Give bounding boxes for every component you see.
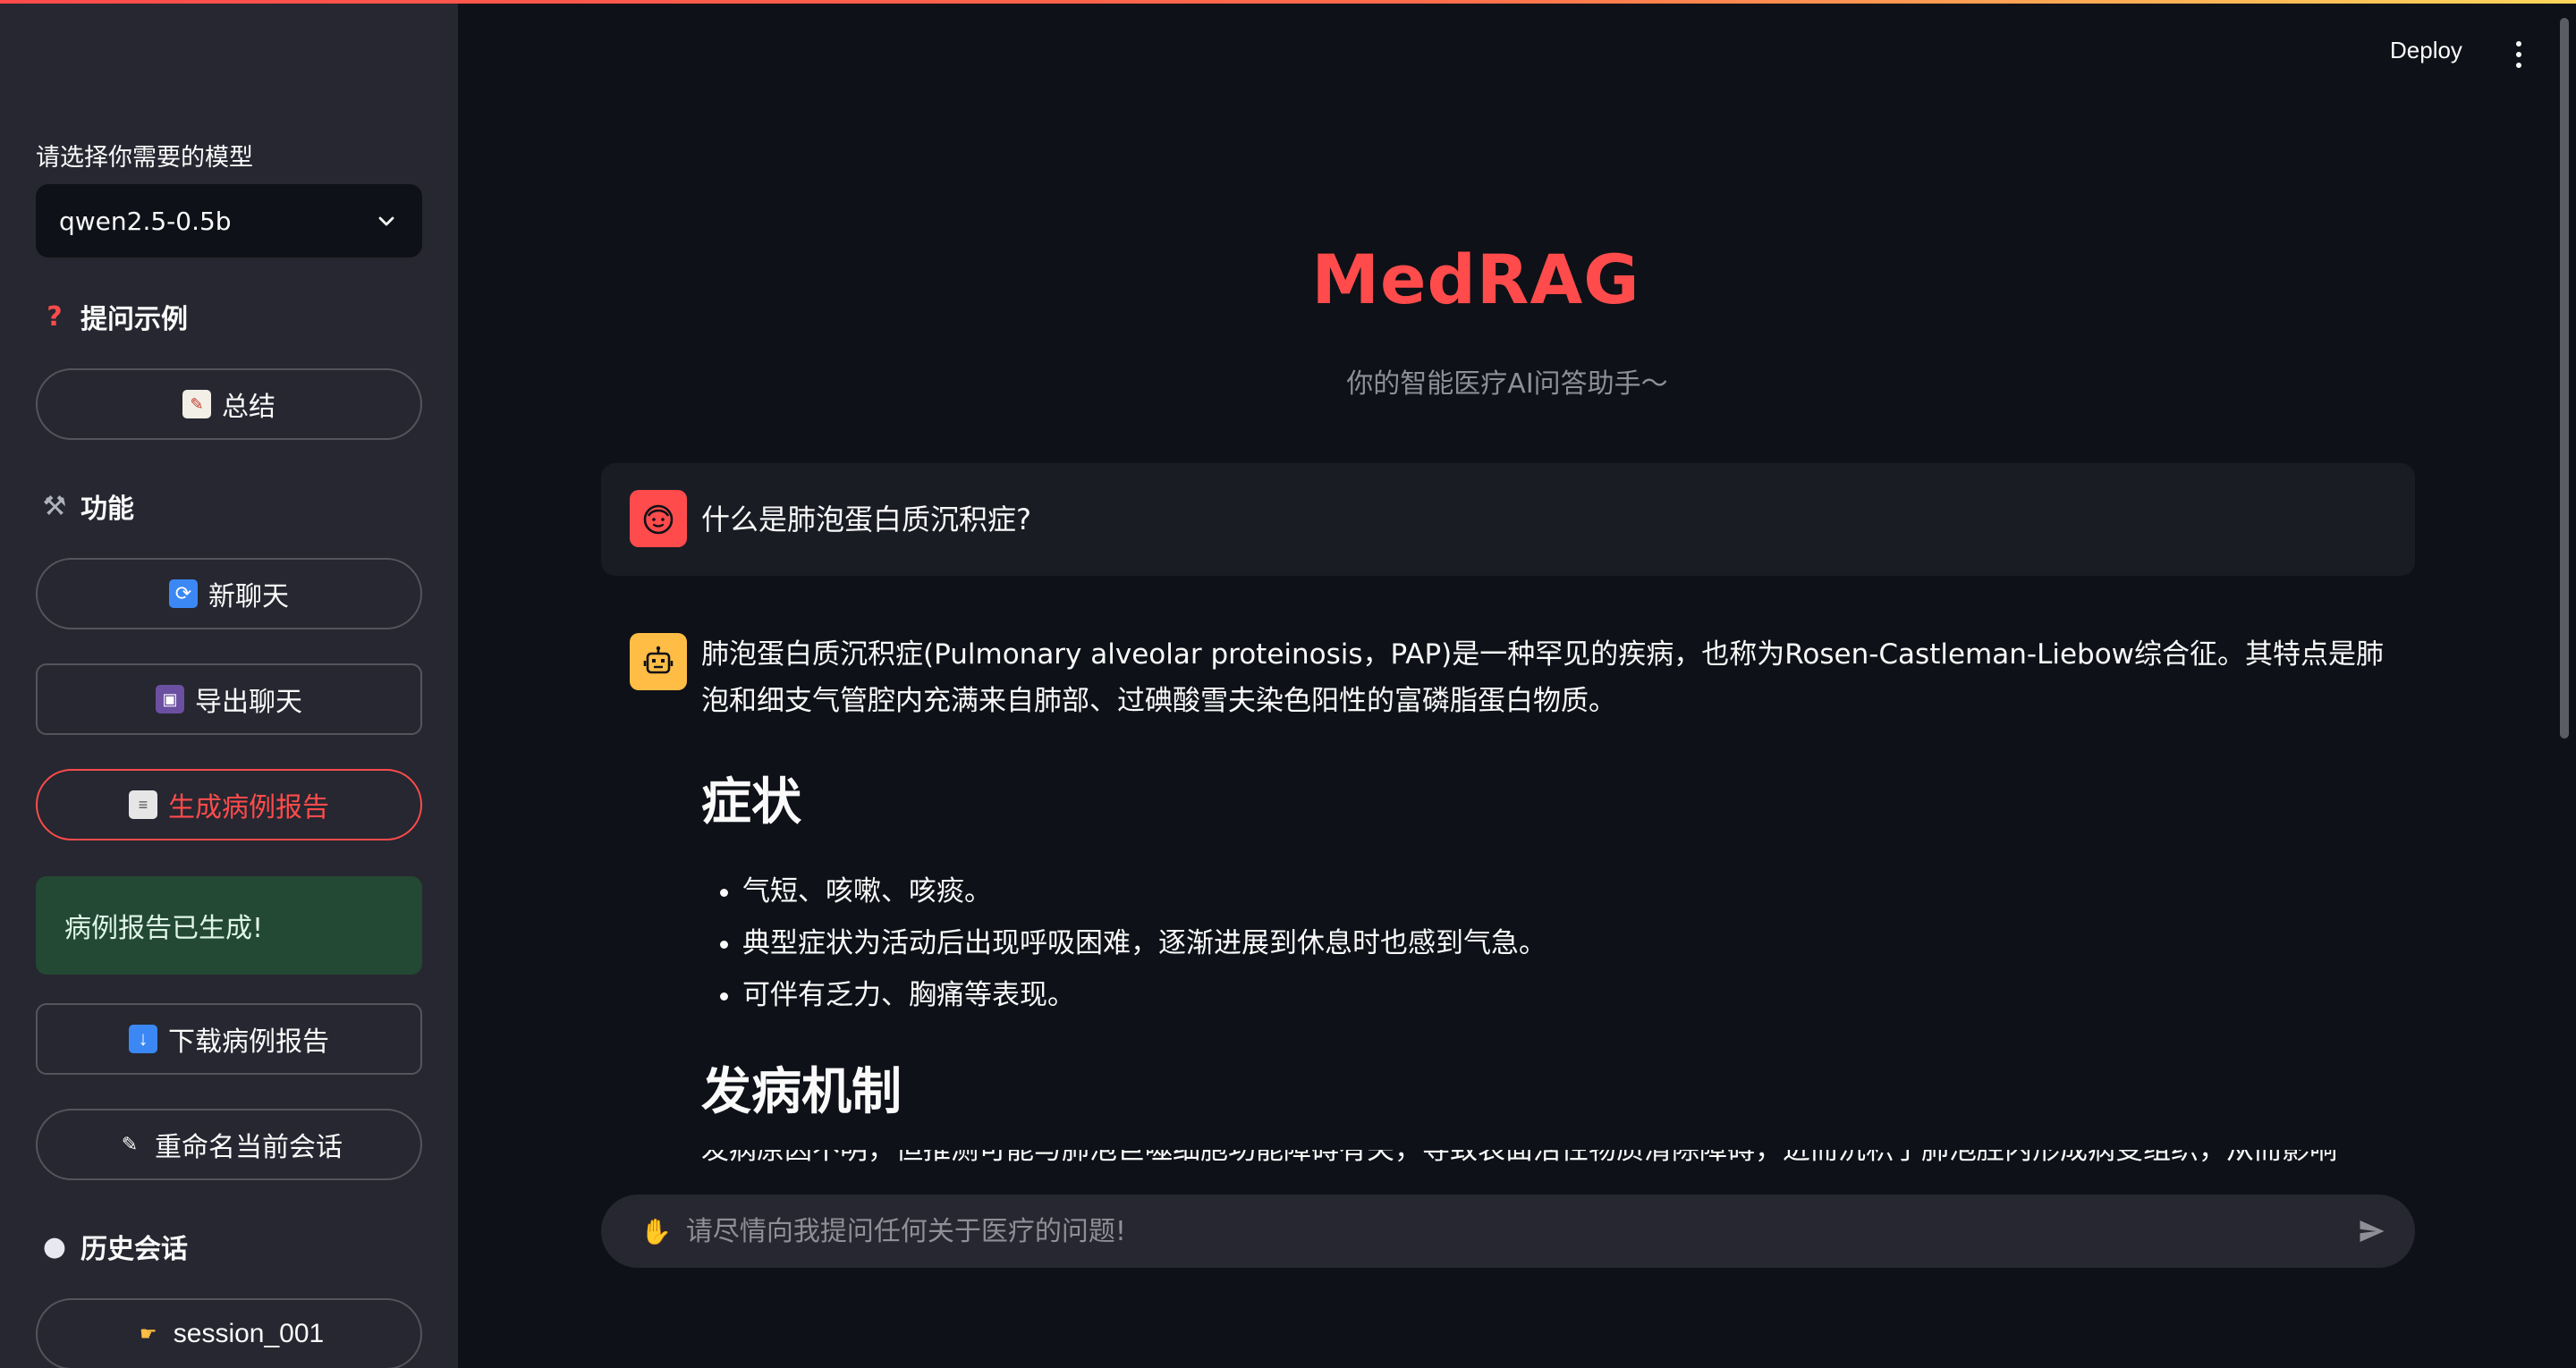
symptoms-list: 气短、咳嗽、咳痰。 典型症状为活动后出现呼吸困难，逐渐进展到休息时也感到气急。 … (701, 866, 1546, 1021)
send-button[interactable] (2351, 1210, 2394, 1253)
document-icon: ≡ (129, 790, 157, 819)
speech-bubble-icon: ● (42, 1230, 67, 1262)
download-report-button[interactable]: ↓ 下载病例报告 (36, 1003, 422, 1075)
model-select-value: qwen2.5-0.5b (59, 206, 232, 236)
list-item: 气短、咳嗽、咳痰。 (742, 866, 1546, 917)
page-subtitle: 你的智能医疗AI问答助手～ (1346, 368, 1668, 400)
deploy-button[interactable]: Deploy (2385, 36, 2468, 65)
pencil-icon: ✎ (121, 1133, 139, 1155)
generate-report-button[interactable]: ≡ 生成病例报告 (36, 769, 422, 840)
history-section-title: ● 历史会话 (39, 1227, 188, 1266)
assistant-message: 肺泡蛋白质沉积症(Pulmonary alveolar proteinosis，… (701, 631, 2401, 1166)
symptoms-heading: 症状 (701, 773, 801, 832)
top-decoration-bar (0, 0, 2576, 4)
refresh-icon: ⟳ (169, 579, 198, 608)
chat-input-field[interactable] (683, 1214, 2338, 1248)
page-title: MedRAG (1311, 240, 1640, 319)
user-message-text: 什么是肺泡蛋白质沉积症? (701, 502, 1031, 536)
waving-hand-icon: ✋ (640, 1216, 672, 1246)
floppy-disk-icon: ▣ (156, 685, 184, 714)
list-item: 可伴有乏力、胸痛等表现。 (742, 969, 1546, 1021)
download-arrow-icon: ↓ (129, 1025, 157, 1053)
export-chat-button[interactable]: ▣ 导出聊天 (36, 663, 422, 735)
sidebar: 请选择你需要的模型 qwen2.5-0.5b ? 提问示例 ✎ 总结 ⚒ 功能 … (0, 0, 458, 1368)
tools-icon: ⚒ (42, 490, 67, 522)
report-success-alert: 病例报告已生成! (36, 876, 422, 975)
features-section-title: ⚒ 功能 (39, 486, 134, 526)
answer-intro: 肺泡蛋白质沉积症(Pulmonary alveolar proteinosis，… (701, 638, 2385, 717)
rename-session-button[interactable]: ✎ 重命名当前会话 (36, 1109, 422, 1180)
list-item: 典型症状为活动后出现呼吸困难，逐渐进展到休息时也感到气急。 (742, 917, 1546, 969)
history-session-button[interactable]: ☛ session_001 (36, 1298, 422, 1368)
mechanism-heading: 发病机制 (701, 1063, 902, 1121)
send-icon (2360, 1220, 2385, 1242)
assistant-avatar-icon (630, 633, 687, 690)
model-select-label: 请选择你需要的模型 (36, 144, 253, 172)
more-menu-icon[interactable] (2508, 36, 2529, 72)
chat-input-bar[interactable]: ✋ (601, 1195, 2415, 1268)
new-chat-button[interactable]: ⟳ 新聊天 (36, 558, 422, 629)
chevron-down-icon (378, 216, 394, 226)
user-avatar-icon (630, 490, 687, 547)
pointing-hand-icon: ☛ (139, 1322, 157, 1345)
